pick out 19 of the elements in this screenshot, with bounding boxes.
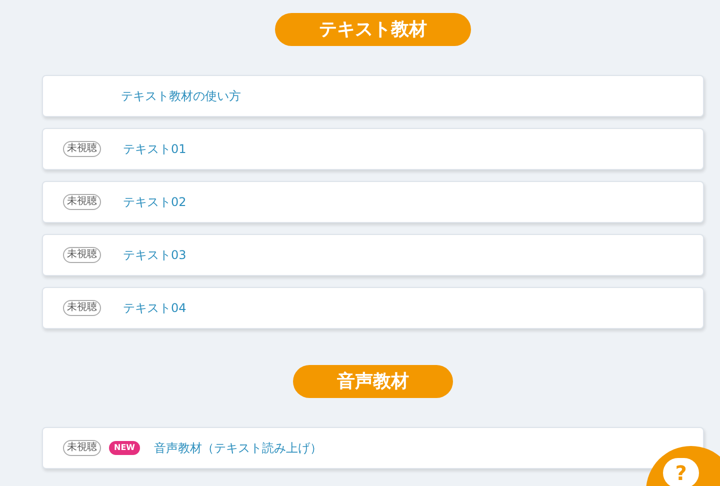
lesson-title[interactable]: テキスト04 bbox=[123, 299, 186, 317]
lesson-card[interactable]: 未視聴 テキスト01 bbox=[42, 128, 704, 170]
lesson-card[interactable]: テキスト教材の使い方 bbox=[42, 75, 704, 117]
lesson-card[interactable]: 未視聴 テキスト04 bbox=[42, 287, 704, 329]
lesson-title[interactable]: テキスト教材の使い方 bbox=[121, 87, 241, 105]
lesson-title[interactable]: テキスト02 bbox=[123, 193, 186, 211]
status-tag: 未視聴 bbox=[63, 194, 101, 210]
new-tag: NEW bbox=[109, 441, 140, 455]
lesson-card[interactable]: 未視聴 テキスト03 bbox=[42, 234, 704, 276]
section-heading: テキスト教材 bbox=[275, 13, 471, 46]
lesson-title[interactable]: テキスト01 bbox=[123, 140, 186, 158]
lesson-title[interactable]: 音声教材（テキスト読み上げ） bbox=[154, 439, 322, 457]
lesson-card[interactable]: 未視聴 テキスト02 bbox=[42, 181, 704, 223]
status-tag: 未視聴 bbox=[63, 247, 101, 263]
status-tag: 未視聴 bbox=[63, 300, 101, 316]
lesson-title[interactable]: テキスト03 bbox=[123, 246, 186, 264]
status-tag: 未視聴 bbox=[63, 141, 101, 157]
status-tag: 未視聴 bbox=[63, 440, 101, 456]
section-heading: 音声教材 bbox=[293, 365, 453, 398]
